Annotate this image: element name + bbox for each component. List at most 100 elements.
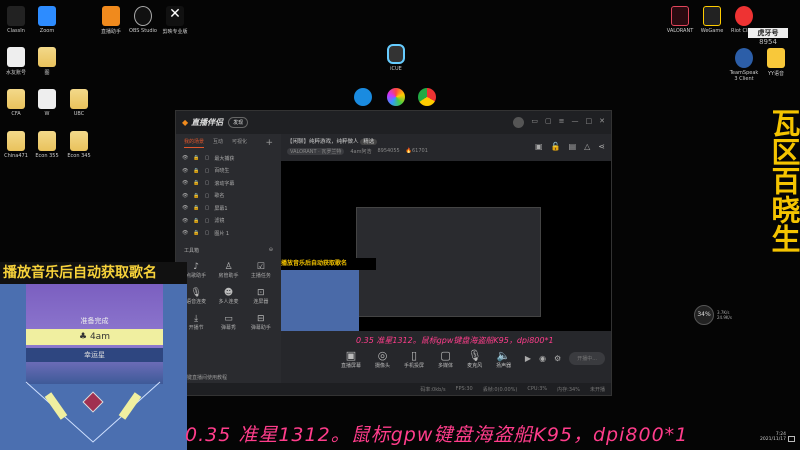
desktop-icon-obs[interactable]: OBS Studio [127, 6, 159, 34]
source-item[interactable]: 👁 🔒 ▢ 屏幕1 [176, 202, 281, 215]
scrolling-ticker: 0.35 准星1312。鼠标gpw键盘海盗船K95，dpi800*1 [185, 424, 689, 446]
stream-title[interactable]: 【闲聊】纯粹游戏，纯粹做人 [287, 139, 359, 145]
overlay-caption: 播放音乐后自动获取歌名 [0, 262, 187, 284]
eye-icon[interactable]: 👁 [182, 230, 188, 236]
source-item[interactable]: 👁 🔒 ▢ 百晓生 [176, 165, 281, 178]
lock-icon[interactable]: 🔒 [193, 205, 199, 211]
desktop-icon-cfa[interactable]: CFA [0, 89, 32, 117]
status-bar: 码率:0kb/s FPS:30 丢帧:0(0.00%) CPU:3% 内存:34% 未开播 [176, 383, 611, 395]
record-icon[interactable]: ▶ [525, 354, 531, 363]
tool-item[interactable]: ♙ 房管助手 [212, 262, 244, 279]
control-icon: ▣ [345, 349, 357, 362]
lock-icon[interactable]: 🔒 [193, 155, 199, 161]
chrome-icon[interactable] [418, 88, 436, 106]
gift-icon[interactable]: ▣ [535, 142, 543, 151]
control-button[interactable]: 🔈 扬声器 [496, 349, 511, 369]
app-title: 直播伴侣 [191, 118, 224, 127]
minimize-icon[interactable]: — [572, 117, 579, 128]
desktop-icon-zoom[interactable]: Zoom [31, 6, 63, 34]
go-live-button[interactable]: 开播中... [569, 352, 605, 365]
tool-item[interactable]: ☻ 多人连麦 [212, 288, 244, 305]
status-item: 丢帧:0(0.00%) [482, 386, 518, 393]
source-item[interactable]: 👁 🔒 ▢ 歌名 [176, 190, 281, 203]
eye-icon[interactable]: 👁 [182, 168, 188, 174]
settings-icon[interactable]: ⚙ [554, 354, 561, 363]
eye-icon[interactable]: 👁 [182, 193, 188, 199]
overlay-emblem [25, 381, 161, 443]
eye-icon[interactable]: 👁 [182, 218, 188, 224]
desktop-icon-yy[interactable]: YY语音 [760, 48, 792, 77]
source-item[interactable]: 👁 🔒 ▢ 最大捕获 [176, 152, 281, 165]
share-icon[interactable]: ⋖ [598, 142, 605, 151]
desktop-icon-econ345[interactable]: Econ 345 [63, 131, 95, 159]
tutorial-link[interactable]: 一键直播间使用教程 [182, 374, 227, 381]
collapse-icon[interactable]: ⊖ [269, 247, 273, 254]
message-icon[interactable]: ▭ [531, 117, 538, 128]
skin-icon[interactable]: ▢ [545, 117, 552, 128]
menu-icon[interactable]: ≡ [559, 117, 565, 128]
bell-icon[interactable]: △ [584, 142, 590, 151]
desktop-icon-ubc[interactable]: UBC [63, 89, 95, 117]
add-source-button[interactable]: + [265, 138, 273, 148]
tool-icon: ▭ [224, 314, 233, 324]
desktop-icon-valorant[interactable]: VALORANT [664, 6, 696, 34]
discover-button[interactable]: 发现 [228, 117, 249, 128]
control-icon: ▢ [440, 349, 451, 362]
browser-icon[interactable] [387, 88, 405, 106]
overlay-song: ♣ 4am [26, 329, 163, 345]
source-item[interactable]: 👁 🔒 ▢ 滤镜 [176, 215, 281, 228]
control-button[interactable]: 🎙 麦克风 [467, 349, 482, 369]
desktop-icon-wegame[interactable]: WeGame [696, 6, 728, 34]
notification-icon[interactable] [788, 436, 795, 442]
source-type-icon: ▢ [204, 180, 210, 187]
desktop-icon-image[interactable]: 图 [31, 47, 63, 76]
main-panel: 【闲聊】纯粹游戏，纯粹做人 精选 VALORANT · 瓦罗兰特 4am阿浩 895… [281, 134, 611, 383]
desktop-icon-icue[interactable]: iCUE [380, 44, 412, 72]
eye-icon[interactable]: ◉ [539, 354, 546, 363]
maximize-icon[interactable]: □ [586, 117, 593, 128]
desktop-icon-china471[interactable]: China471 [0, 131, 32, 159]
lock-icon[interactable]: 🔓 [551, 142, 561, 151]
tool-icon: ⊟ [257, 314, 265, 324]
desktop-icon-file[interactable]: 水友账号 [0, 47, 32, 76]
status-item: 码率:0kb/s [420, 386, 446, 393]
tab-scenes[interactable]: 我的场景 [184, 138, 205, 148]
desktop-icon-classin[interactable]: ClassIn [0, 6, 32, 34]
close-icon[interactable]: ✕ [599, 117, 605, 128]
tab-interact[interactable]: 互动 [213, 138, 223, 148]
category[interactable]: VALORANT · 瓦罗兰特 [287, 148, 345, 155]
tool-item[interactable]: ⊟ 弹幕助手 [245, 314, 277, 331]
tab-visual[interactable]: 可视化 [232, 138, 247, 148]
lock-icon[interactable]: 🔒 [193, 230, 199, 236]
tool-item[interactable]: ☑ 主播任务 [245, 262, 277, 279]
desktop-icon-w[interactable]: W [31, 89, 63, 117]
taskbar-clock[interactable]: 7:24 2021/11/17 [760, 432, 786, 442]
eye-icon[interactable]: 👁 [182, 155, 188, 161]
toolbox-label: 工具箱 [184, 248, 200, 254]
lock-icon[interactable]: 🔒 [193, 218, 199, 224]
lock-icon[interactable]: 🔒 [193, 180, 199, 186]
lock-icon[interactable]: 🔒 [193, 193, 199, 199]
source-item[interactable]: 👁 🔒 ▢ 图片 1 [176, 227, 281, 240]
tool-item[interactable]: ⊡ 连屏器 [245, 288, 277, 305]
source-type-icon: ▢ [204, 230, 210, 237]
song-overlay: 播放音乐后自动获取歌名 准备完成 ♣ 4am 幸运星 [0, 262, 187, 450]
control-button[interactable]: ▣ 直播屏幕 [341, 349, 361, 369]
control-button[interactable]: ◎ 摄像头 [375, 349, 390, 369]
desktop-icon-jianying[interactable]: ✕ 剪映专业版 [159, 6, 191, 35]
tool-item[interactable]: ▭ 弹幕秀 [212, 314, 244, 331]
eye-icon[interactable]: 👁 [182, 205, 188, 211]
control-button[interactable]: ▯ 手机投屏 [404, 349, 424, 369]
control-icon: ◎ [377, 349, 388, 362]
source-item[interactable]: 👁 🔒 ▢ 滚动字幕 [176, 177, 281, 190]
eye-icon[interactable]: 👁 [182, 180, 188, 186]
box-icon[interactable]: ▤ [569, 142, 577, 151]
avatar[interactable] [513, 117, 525, 128]
desktop-icon-zhibo[interactable]: 直播助手 [95, 6, 127, 35]
edge-icon[interactable] [354, 88, 372, 106]
lock-icon[interactable]: 🔒 [193, 168, 199, 174]
desktop-icon-econ355[interactable]: Econ 355 [31, 131, 63, 159]
control-button[interactable]: ▢ 多媒体 [438, 349, 453, 369]
control-icon: 🎙 [467, 349, 482, 362]
desktop-icon-teamspeak[interactable]: TeamSpeak 3 Client [728, 48, 760, 82]
